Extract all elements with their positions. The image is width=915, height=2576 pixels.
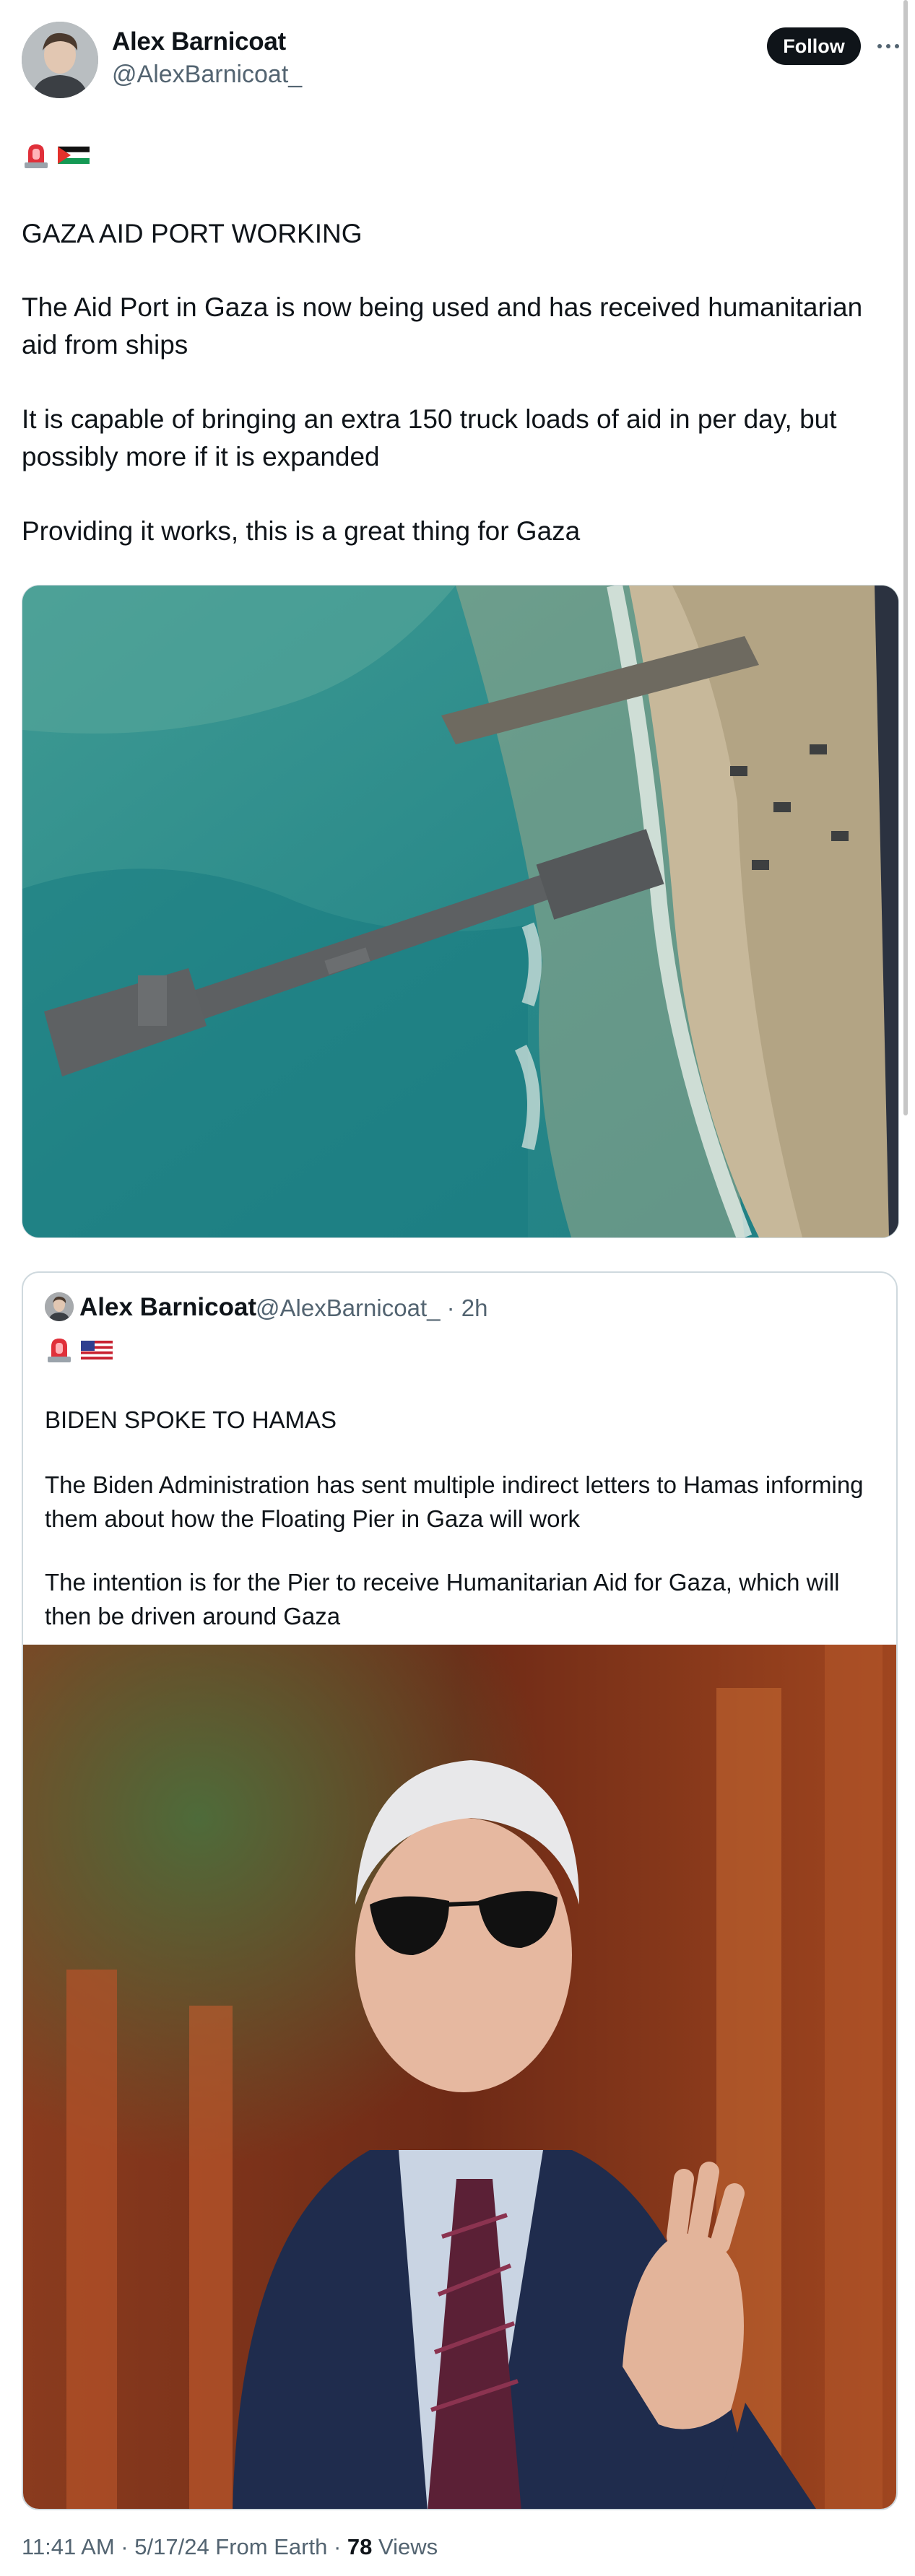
us-flag-emoji <box>80 1335 113 1364</box>
tweet-time[interactable]: 11:41 AM <box>22 2534 115 2560</box>
views-label: Views <box>372 2534 438 2559</box>
author-handle[interactable]: @AlexBarnicoat_ <box>112 61 302 89</box>
tweet-headline: GAZA AID PORT WORKING <box>22 219 363 248</box>
tweet-meta: 11:41 AM · 5/17/24 From Earth · 78 Views <box>22 2534 438 2560</box>
quoted-avatar[interactable] <box>45 1292 74 1321</box>
meta-separator: · <box>114 2534 135 2559</box>
meta-separator: · <box>327 2534 347 2559</box>
views-count[interactable]: 78 <box>347 2534 372 2560</box>
tweet-page: Alex Barnicoat @AlexBarnicoat_ Follow GA… <box>0 0 915 2576</box>
quoted-emojis <box>45 1335 113 1364</box>
tweet-paragraph: The Aid Port in Gaza is now being used a… <box>22 292 863 360</box>
quoted-headline: BIDEN SPOKE TO HAMAS <box>45 1406 337 1433</box>
police-light-emoji <box>45 1335 74 1364</box>
quoted-paragraph: The intention is for the Pier to receive… <box>45 1569 840 1629</box>
tweet-date[interactable]: 5/17/24 <box>134 2534 209 2560</box>
tweet-paragraph: It is capable of bringing an extra 150 t… <box>22 404 837 471</box>
tweet-emojis <box>22 141 90 170</box>
quoted-handle-time[interactable]: @AlexBarnicoat_ · 2h <box>256 1294 488 1322</box>
tweet-source: From Earth <box>209 2534 328 2559</box>
author-name[interactable]: Alex Barnicoat <box>112 27 286 56</box>
tweet-photo-aerial-pier[interactable] <box>22 585 899 1238</box>
quoted-author-name[interactable]: Alex Barnicoat <box>79 1293 256 1322</box>
quoted-paragraph: The Biden Administration has sent multip… <box>45 1471 864 1532</box>
follow-button[interactable]: Follow <box>767 27 861 65</box>
avatar[interactable] <box>22 22 98 98</box>
quoted-photo-man-waving[interactable] <box>23 1645 896 2509</box>
police-light-emoji <box>22 141 51 170</box>
quoted-tweet-card[interactable]: Alex Barnicoat @AlexBarnicoat_ · 2h BIDE… <box>22 1271 898 2510</box>
tweet-paragraph: Providing it works, this is a great thin… <box>22 516 581 546</box>
palestine-flag-emoji <box>57 141 90 170</box>
more-options-icon[interactable] <box>874 33 903 59</box>
scrollbar[interactable] <box>903 0 908 1115</box>
